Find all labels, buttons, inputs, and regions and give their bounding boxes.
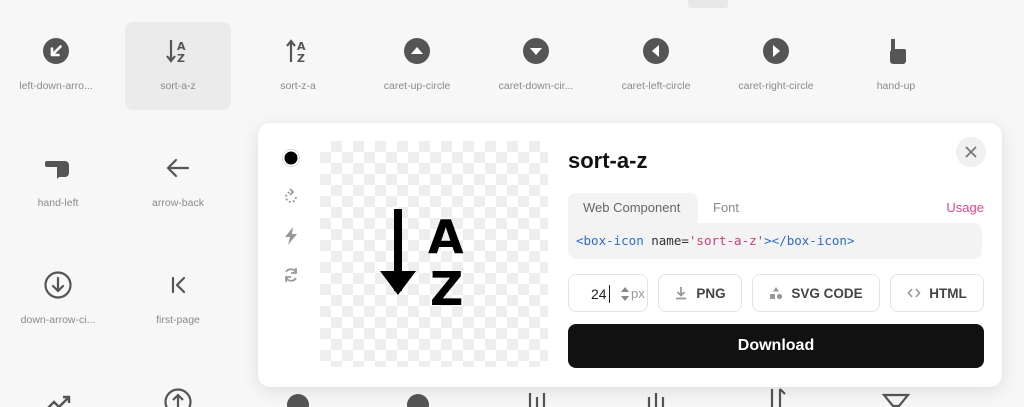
html-button[interactable]: HTML xyxy=(890,274,984,312)
icon-cell-hand-left[interactable]: hand-left xyxy=(5,139,111,227)
icon-label: caret-down-cir... xyxy=(498,80,574,92)
icon-label: down-arrow-ci... xyxy=(20,314,96,326)
shapes-icon xyxy=(770,287,783,300)
swap-vertical-icon[interactable] xyxy=(761,387,791,407)
icon-label: caret-right-circle xyxy=(738,80,814,92)
svg-code-label: SVG CODE xyxy=(791,285,863,301)
sort-down-icon[interactable] xyxy=(522,391,552,407)
code-close-tag: ></box-icon> xyxy=(764,233,855,248)
hand-left-icon xyxy=(43,153,73,183)
rotate-button[interactable] xyxy=(276,182,306,212)
icon-cell-sort-z-a[interactable]: AZ sort-z-a xyxy=(245,22,351,110)
rotate-icon xyxy=(285,188,297,203)
html-label: HTML xyxy=(929,285,967,301)
icon-cell-caret-down-circle[interactable]: caret-down-cir... xyxy=(483,22,589,110)
code-value: 'sort-a-z' xyxy=(688,233,765,248)
cloud-upload-icon[interactable] xyxy=(283,393,313,407)
icon-detail-panel: A Z sort-a-z Web Component Font Usage <b… xyxy=(258,123,1002,387)
top-handle xyxy=(688,0,728,8)
icon-cell-left-down-arrow[interactable]: left-down-arro... xyxy=(3,22,109,110)
icon-cell-first-page[interactable]: first-page xyxy=(125,256,231,344)
filter-icon[interactable] xyxy=(881,393,911,407)
png-label: PNG xyxy=(696,285,726,301)
icon-label: hand-up xyxy=(876,80,916,92)
download-button[interactable]: Download xyxy=(568,324,984,368)
embed-code-snippet[interactable]: <box-icon name='sort-a-z'></box-icon> xyxy=(568,223,982,259)
tab-font[interactable]: Font xyxy=(698,193,754,223)
icon-preview-canvas: A Z xyxy=(320,141,548,367)
embed-tabs: Web Component Font Usage xyxy=(568,193,984,223)
color-dot-icon xyxy=(282,149,300,167)
svg-text:Z: Z xyxy=(430,262,463,313)
icon-cell-caret-up-circle[interactable]: caret-up-circle xyxy=(364,22,470,110)
icon-cell-caret-left-circle[interactable]: caret-left-circle xyxy=(603,22,709,110)
icon-label: arrow-back xyxy=(152,197,204,209)
tab-web-component[interactable]: Web Component xyxy=(568,193,698,223)
sort-up-icon[interactable] xyxy=(641,391,671,407)
svg-text:Z: Z xyxy=(177,52,185,65)
size-input[interactable]: 24 px xyxy=(568,274,648,312)
icon-label: caret-left-circle xyxy=(621,80,691,92)
sort-a-z-preview-icon: A Z xyxy=(380,209,464,313)
svg-code-button[interactable]: SVG CODE xyxy=(752,274,880,312)
down-arrow-circle-icon xyxy=(43,270,73,300)
up-arrow-circle-icon[interactable] xyxy=(163,387,193,407)
cloud-download-icon[interactable] xyxy=(403,393,433,407)
icon-label: first-page xyxy=(156,314,200,326)
arrow-back-icon xyxy=(163,153,193,183)
code-attr: name= xyxy=(643,233,689,248)
text-cursor xyxy=(609,285,610,303)
stepper-icon[interactable] xyxy=(620,284,630,304)
left-down-arrow-circle-icon xyxy=(41,36,71,66)
icon-label: sort-a-z xyxy=(160,80,196,92)
caret-left-circle-icon xyxy=(641,36,671,66)
icon-cell-arrow-back[interactable]: arrow-back xyxy=(125,139,231,227)
animate-button[interactable] xyxy=(276,221,306,251)
color-picker-button[interactable] xyxy=(276,143,306,173)
icon-label: hand-left xyxy=(37,197,79,209)
icon-cell-hand-up[interactable]: hand-up xyxy=(843,22,949,110)
close-icon xyxy=(965,146,977,158)
trending-up-icon[interactable] xyxy=(43,392,73,407)
svg-text:Z: Z xyxy=(297,52,305,65)
usage-link[interactable]: Usage xyxy=(946,193,984,223)
png-button[interactable]: PNG xyxy=(658,274,742,312)
icon-label: left-down-arro... xyxy=(19,80,93,92)
refresh-icon xyxy=(285,268,297,282)
svg-text:A: A xyxy=(428,210,464,264)
flip-button[interactable] xyxy=(276,260,306,290)
first-page-icon xyxy=(163,270,193,300)
size-unit: px xyxy=(631,286,645,301)
sort-z-a-icon: AZ xyxy=(283,36,313,66)
lightning-icon xyxy=(285,227,297,245)
export-options: 24 px PNG SVG CODE HTML xyxy=(568,274,984,312)
icon-cell-down-arrow-circle[interactable]: down-arrow-ci... xyxy=(5,256,111,344)
code-open-tag: <box-icon xyxy=(576,233,644,248)
caret-right-circle-icon xyxy=(761,36,791,66)
icon-browser: left-down-arro... AZ sort-a-z AZ sort-z-… xyxy=(0,0,1024,407)
row4-partial-icons xyxy=(0,384,1024,407)
style-toolbar xyxy=(276,143,306,299)
icon-cell-sort-a-z[interactable]: AZ sort-a-z xyxy=(125,22,231,110)
caret-down-circle-icon xyxy=(521,36,551,66)
hand-up-icon xyxy=(881,36,911,66)
download-icon xyxy=(676,287,687,300)
icon-title: sort-a-z xyxy=(568,148,648,173)
code-brackets-icon xyxy=(907,288,921,298)
icon-label: sort-z-a xyxy=(280,80,316,92)
caret-up-circle-icon xyxy=(402,36,432,66)
icon-label: caret-up-circle xyxy=(383,80,451,92)
sort-a-z-icon: AZ xyxy=(163,36,193,66)
icon-cell-caret-right-circle[interactable]: caret-right-circle xyxy=(723,22,829,110)
size-value: 24 xyxy=(591,286,607,302)
close-button[interactable] xyxy=(956,137,986,167)
